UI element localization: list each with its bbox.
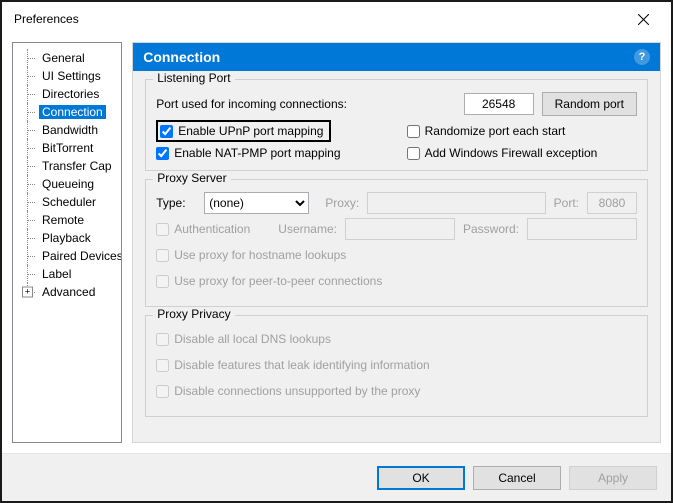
sidebar-item-ui-settings[interactable]: UI Settings [15, 67, 119, 85]
expand-icon[interactable]: + [22, 287, 33, 298]
auth-checkbox: Authentication [156, 222, 250, 236]
sidebar-item-label: Scheduler [39, 195, 99, 209]
p2p-proxy-checkbox: Use proxy for peer-to-peer connections [156, 274, 382, 288]
sidebar-item-label: UI Settings [39, 69, 104, 83]
group-title: Proxy Privacy [153, 307, 234, 321]
firewall-check-input[interactable] [407, 147, 420, 160]
panel-header: Connection ? [133, 43, 660, 71]
sidebar-item-label: General [39, 51, 88, 65]
randomize-check-input[interactable] [407, 125, 420, 138]
natpmp-check-input[interactable] [156, 147, 169, 160]
sidebar-item-label: Remote [39, 213, 87, 227]
proxy-type-select[interactable]: (none) [204, 192, 309, 214]
proxy-type-label: Type: [156, 196, 196, 210]
sidebar-item-bittorrent[interactable]: BitTorrent [15, 139, 119, 157]
sidebar-item-label: BitTorrent [39, 141, 96, 155]
sidebar-item-label: Label [39, 267, 74, 281]
group-title: Proxy Server [153, 171, 230, 185]
sidebar-item-transfer-cap[interactable]: Transfer Cap [15, 157, 119, 175]
password-label: Password: [463, 222, 519, 236]
sidebar-item-label: Playback [39, 231, 94, 245]
proxy-port-input [587, 192, 637, 214]
sidebar-item-label: Bandwidth [39, 123, 101, 137]
sidebar-item-playback[interactable]: Playback [15, 229, 119, 247]
ok-button[interactable]: OK [377, 466, 465, 490]
port-input[interactable] [464, 93, 534, 115]
sidebar-item-label: Queueing [39, 177, 97, 191]
sidebar-item-connection[interactable]: Connection [15, 103, 119, 121]
auth-check-input [156, 223, 169, 236]
sidebar-item-label: Connection [39, 105, 106, 119]
close-button[interactable] [623, 5, 663, 33]
dns-checkbox: Disable all local DNS lookups [156, 332, 331, 346]
window-title: Preferences [14, 12, 623, 26]
firewall-checkbox[interactable]: Add Windows Firewall exception [407, 146, 637, 160]
sidebar-item-remote[interactable]: Remote [15, 211, 119, 229]
close-icon [638, 14, 649, 25]
content-panel: Connection ? Listening Port Port used fo… [132, 42, 661, 443]
sidebar-item-directories[interactable]: Directories [15, 85, 119, 103]
username-label: Username: [278, 222, 337, 236]
randomize-checkbox[interactable]: Randomize port each start [407, 120, 637, 142]
titlebar: Preferences [2, 2, 671, 36]
proxy-host-label: Proxy: [325, 196, 359, 210]
sidebar-item-label: Paired Devices [39, 249, 122, 263]
dns-check-input [156, 333, 169, 346]
upnp-highlight: Enable UPnP port mapping [156, 120, 331, 142]
sidebar-item-queueing[interactable]: Queueing [15, 175, 119, 193]
upnp-checkbox[interactable]: Enable UPnP port mapping [160, 124, 323, 138]
hostname-lookup-checkbox: Use proxy for hostname lookups [156, 248, 346, 262]
sidebar-item-paired-devices[interactable]: Paired Devices [15, 247, 119, 265]
natpmp-checkbox[interactable]: Enable NAT-PMP port mapping [156, 146, 386, 160]
listening-port-group: Listening Port Port used for incoming co… [145, 79, 648, 171]
group-title: Listening Port [153, 71, 234, 85]
proxy-privacy-group: Proxy Privacy Disable all local DNS look… [145, 315, 648, 417]
sidebar-item-general[interactable]: General [15, 49, 119, 67]
username-input [345, 218, 455, 240]
sidebar-item-bandwidth[interactable]: Bandwidth [15, 121, 119, 139]
hostname-check-input [156, 249, 169, 262]
leak-check-input [156, 359, 169, 372]
leak-checkbox: Disable features that leak identifying i… [156, 358, 429, 372]
dialog-body: General UI Settings Directories Connection B… [2, 36, 671, 453]
proxy-port-label: Port: [554, 196, 579, 210]
random-port-button[interactable]: Random port [542, 92, 637, 116]
sidebar-item-label[interactable]: Label [15, 265, 119, 283]
help-icon[interactable]: ? [634, 49, 650, 65]
panel-body: Listening Port Port used for incoming co… [133, 71, 660, 442]
unsupported-check-input [156, 385, 169, 398]
port-label: Port used for incoming connections: [156, 97, 455, 111]
dialog-footer: OK Cancel Apply [2, 453, 671, 501]
p2p-check-input [156, 275, 169, 288]
sidebar-item-advanced[interactable]: + Advanced [15, 283, 119, 301]
sidebar-item-scheduler[interactable]: Scheduler [15, 193, 119, 211]
proxy-host-input [367, 192, 545, 214]
sidebar-tree[interactable]: General UI Settings Directories Connection B… [12, 42, 122, 443]
unsupported-checkbox: Disable connections unsupported by the p… [156, 384, 420, 398]
sidebar-item-label: Advanced [39, 285, 98, 299]
apply-button[interactable]: Apply [569, 466, 657, 490]
proxy-server-group: Proxy Server Type: (none) Proxy: Port: [145, 179, 648, 307]
sidebar-item-label: Transfer Cap [39, 159, 115, 173]
preferences-dialog: Preferences General UI Settings Directorie… [0, 0, 673, 503]
sidebar-item-label: Directories [39, 87, 102, 101]
password-input [527, 218, 637, 240]
panel-title: Connection [143, 49, 220, 65]
upnp-check-input[interactable] [160, 125, 173, 138]
cancel-button[interactable]: Cancel [473, 466, 561, 490]
